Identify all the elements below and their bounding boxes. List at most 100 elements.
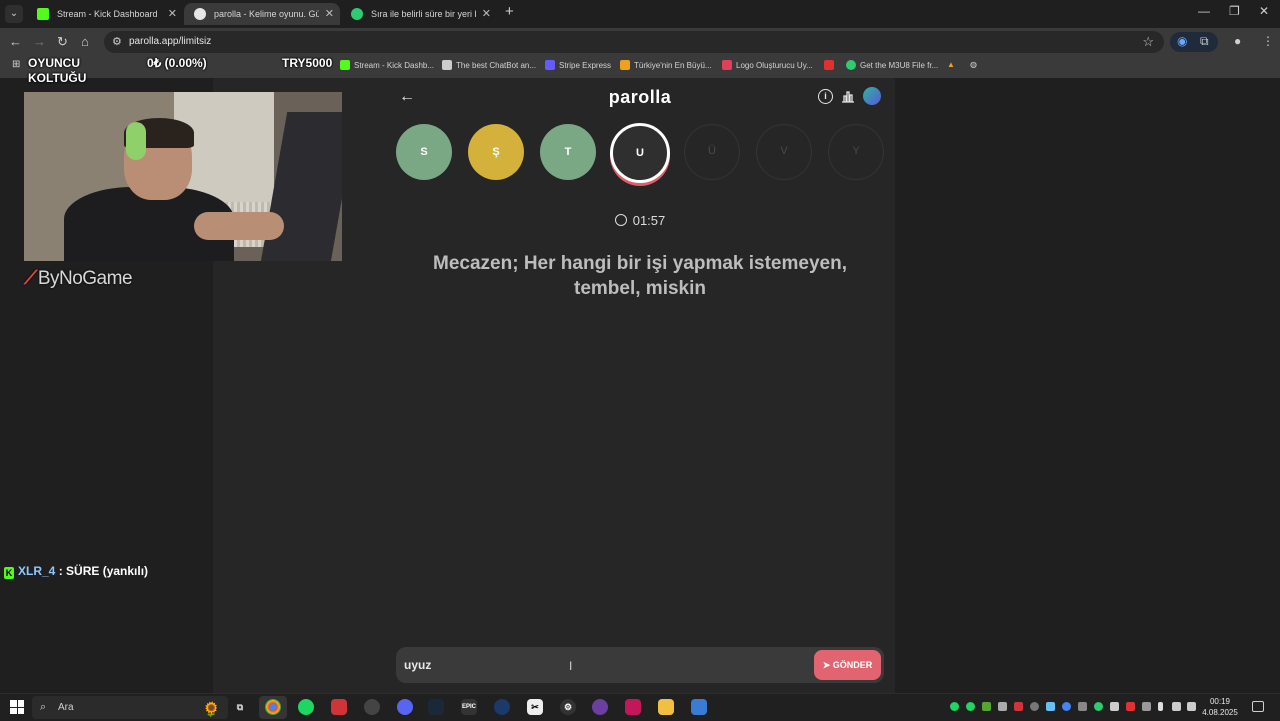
send-button[interactable]: ➤ GÖNDER	[814, 650, 881, 680]
answer-form: I ➤ GÖNDER	[396, 647, 884, 683]
globe-icon[interactable]: ◍	[970, 60, 977, 69]
back-icon[interactable]: ←	[9, 34, 22, 49]
page-right-gutter	[1067, 78, 1280, 693]
bookmark-favicon-icon	[545, 60, 555, 70]
tray-obs-icon[interactable]	[1030, 702, 1039, 711]
browser-icon[interactable]	[592, 699, 608, 715]
discord-icon[interactable]	[397, 699, 413, 715]
clock-date: 4.08.2025	[1202, 708, 1238, 717]
site-info-icon[interactable]: ⚙	[112, 35, 122, 48]
network-app-icon[interactable]	[691, 699, 707, 715]
file-explorer-icon[interactable]	[658, 699, 674, 715]
stats-chart-svg	[841, 91, 854, 103]
obs-icon[interactable]	[364, 699, 380, 715]
tab-close-icon[interactable]: ✕	[168, 3, 177, 25]
bookmark-item[interactable]	[824, 60, 838, 70]
tray-app2-icon[interactable]	[1078, 702, 1087, 711]
profile-icon[interactable]: ●	[1234, 34, 1241, 48]
webcam-headset	[126, 122, 146, 160]
kick-badge-icon: K	[4, 567, 14, 579]
chat-username: XLR_4	[18, 564, 56, 578]
bookmark-star-icon[interactable]: ☆	[1142, 34, 1154, 50]
epic-games-icon[interactable]: EPIC	[461, 699, 477, 715]
tray-app4-icon[interactable]	[1142, 702, 1151, 711]
volume-icon[interactable]	[1187, 702, 1196, 711]
menu-icon[interactable]: ⋮	[1262, 34, 1274, 48]
steam-icon[interactable]	[428, 699, 444, 715]
tab-search-button[interactable]: ⌄	[5, 5, 23, 23]
forward-icon[interactable]: →	[33, 34, 46, 49]
tab-kick-dashboard[interactable]: Stream - Kick Dashboard ✕	[27, 3, 183, 25]
bynogame-logo-icon: ⟋	[24, 268, 37, 289]
task-view-icon[interactable]: ⧉	[232, 699, 248, 715]
goal-progress: 0₺ (0.00%)	[147, 56, 207, 70]
tab-parolla[interactable]: parolla - Kelime oyunu. Günlük ✕	[184, 3, 340, 25]
tab-queue[interactable]: Sıra ile belirli süre bir yeri bekle ✕	[341, 3, 497, 25]
letter-circle-ue: Ü	[684, 124, 740, 180]
close-window-icon[interactable]: ✕	[1259, 4, 1269, 18]
tray-chrome-icon[interactable]	[1062, 702, 1071, 711]
bookmark-favicon-icon	[442, 60, 452, 70]
bookmark-item[interactable]: Stripe Express	[545, 60, 611, 70]
restore-icon[interactable]: ❐	[1229, 4, 1240, 18]
taskbar-search[interactable]: ⌕ Ara 🌻	[32, 696, 228, 719]
letter-circle-v: V	[756, 124, 812, 180]
bookmark-item[interactable]: Stream - Kick Dashb...	[340, 60, 434, 70]
capcut-icon[interactable]: ✂	[527, 699, 543, 715]
tray-mic-icon[interactable]	[1014, 702, 1023, 711]
info-icon[interactable]: i	[818, 89, 833, 104]
chat-text: : SÜRE (yankılı)	[55, 564, 149, 578]
red-app-icon[interactable]	[331, 699, 347, 715]
parolla-game: ← parolla i S Ş T U Ü V Y 01:57 Mecazen;…	[385, 78, 895, 693]
new-tab-button[interactable]: +	[505, 3, 514, 20]
home-icon[interactable]: ⌂	[81, 34, 89, 49]
webcam-person-arm	[194, 212, 284, 240]
system-clock[interactable]: 00:19 4.08.2025	[1196, 696, 1244, 718]
goal-target: TRY5000	[282, 56, 333, 70]
bookmark-favicon-icon	[722, 60, 732, 70]
spotify-icon[interactable]	[298, 699, 314, 715]
stats-chart-icon[interactable]	[840, 89, 855, 104]
settings-gear-icon[interactable]: ⚙	[560, 699, 576, 715]
tray-check-icon[interactable]	[1094, 702, 1103, 711]
sponsor-logo: ⟋ByNoGame	[24, 268, 133, 290]
tray-spotify-icon[interactable]	[950, 702, 959, 711]
windows-start-icon[interactable]	[10, 700, 24, 714]
letter-circle-u-current: U	[610, 123, 670, 183]
question-text: Mecazen; Her hangi bir işi yapmak isteme…	[433, 253, 847, 299]
tray-steam-icon[interactable]	[1046, 702, 1055, 711]
bookmark-item[interactable]: Logo Oluşturucu Uy...	[722, 60, 813, 70]
bookmark-item[interactable]: The best ChatBot an...	[442, 60, 536, 70]
bookmark-folder-icon[interactable]: ▲	[947, 60, 955, 69]
answer-input[interactable]	[404, 655, 804, 675]
letter-circle-t: T	[540, 124, 596, 180]
clock-time: 00:19	[1209, 697, 1231, 706]
tray-green-icon[interactable]	[966, 702, 975, 711]
tray-microphone-icon[interactable]	[1158, 702, 1163, 711]
tray-red-icon[interactable]	[1126, 702, 1135, 711]
bookmark-item[interactable]: Türkiye'nin En Büyü...	[620, 60, 712, 70]
audio-extension-icon[interactable]: ◉	[1177, 34, 1187, 48]
kick-favicon-icon	[37, 8, 49, 20]
wifi-icon[interactable]	[1172, 702, 1181, 711]
tray-app3-icon[interactable]	[1110, 702, 1119, 711]
tab-title: Stream - Kick Dashboard	[57, 9, 158, 19]
reload-icon[interactable]: ↻	[57, 34, 68, 50]
pink-app-icon[interactable]	[625, 699, 641, 715]
minimize-icon[interactable]: —	[1198, 4, 1210, 18]
tray-app-icon[interactable]	[998, 702, 1007, 711]
app-icon[interactable]	[494, 699, 510, 715]
chrome-icon[interactable]	[265, 699, 281, 715]
user-avatar[interactable]	[863, 87, 881, 105]
letter-circle-y: Y	[828, 124, 884, 180]
url-text: parolla.app/limitsiz	[129, 36, 212, 47]
tab-close-icon[interactable]: ✕	[482, 3, 491, 25]
extensions-icon[interactable]: ⧉	[1200, 34, 1209, 49]
address-bar[interactable]: ⚙ parolla.app/limitsiz ☆	[104, 31, 1164, 53]
notification-icon[interactable]	[1252, 701, 1264, 712]
bookmark-item[interactable]: Get the M3U8 File fr...	[846, 60, 938, 70]
tab-title: parolla - Kelime oyunu. Günlük	[214, 9, 319, 19]
send-label: GÖNDER	[832, 660, 873, 670]
tray-nvidia-icon[interactable]	[982, 702, 991, 711]
tab-close-icon[interactable]: ✕	[325, 3, 334, 25]
